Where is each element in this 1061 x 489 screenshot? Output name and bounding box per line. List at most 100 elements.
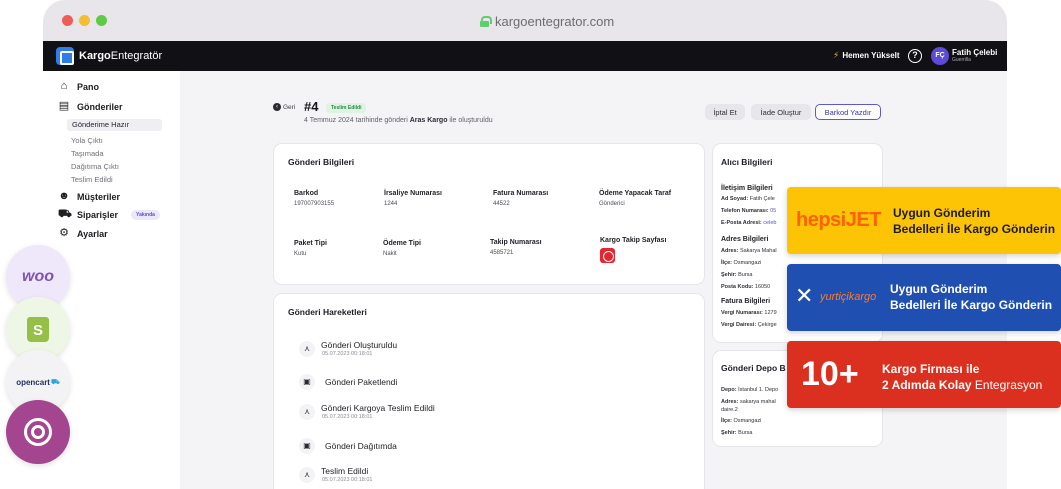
help-icon[interactable]: ? <box>908 49 922 63</box>
depot-address-line2: daire.2 <box>721 407 738 413</box>
cart-icon: ⛟ <box>50 378 60 386</box>
back-arrow-icon: ‹ <box>273 103 281 111</box>
sidebar-sub-tasimada[interactable]: Taşımada <box>71 149 104 158</box>
upgrade-button[interactable]: ⚡ Hemen Yükselt <box>833 50 900 61</box>
sidebar-sub-gonderime-hazir[interactable]: Gönderime Hazır <box>67 119 162 131</box>
back-label: Geri <box>283 103 296 111</box>
event-time: 05.07.2023 00:18:01 <box>322 351 373 357</box>
sidebar-item-pano[interactable]: ⌂ Pano <box>58 81 99 92</box>
inbox-icon: ▤ <box>58 100 70 112</box>
card-title: Gönderi Hareketleri <box>288 307 367 317</box>
field-value: 4585721 <box>490 250 514 256</box>
minimize-window-button[interactable] <box>79 15 90 26</box>
recipient-postal: Posta Kodu: 16050 <box>721 284 771 290</box>
recipient-name: Ad Soyad: Fatih Çele <box>721 196 775 202</box>
close-window-button[interactable] <box>62 15 73 26</box>
field-value: 197007903155 <box>294 201 335 207</box>
depot-district: İlçe: Osmangazi <box>721 418 762 424</box>
sidebar-item-label: Ayarlar <box>77 228 108 239</box>
ring-icon <box>24 418 52 446</box>
section-label: Fatura Bilgileri <box>721 298 771 305</box>
fork-icon: ⋏ <box>299 341 315 357</box>
movements-card: Gönderi Hareketleri ⋏ Gönderi Oluşturuld… <box>273 293 705 489</box>
depot-city: Şehir: Bursa <box>721 430 753 436</box>
carrier-count: 10+ <box>801 355 859 393</box>
yurtici-logo: yurtiçikargo <box>820 291 877 303</box>
sidebar-item-label: Müşteriler <box>77 191 121 202</box>
hepsijet-promo[interactable]: hepsiJET Uygun Gönderim Bedelleri İle Ka… <box>787 187 1061 254</box>
coming-soon-badge: Yakında <box>131 209 160 220</box>
field-label: İrsaliye Numarası <box>384 190 442 197</box>
fork-icon: ⋏ <box>299 404 315 420</box>
sidebar-item-label: Siparişler <box>77 209 119 220</box>
event-title: Gönderi Dağıtımda <box>325 441 397 451</box>
hepsijet-logo: hepsiJET <box>796 209 881 231</box>
yurtici-promo[interactable]: ✕ yurtiçikargo Uygun Gönderim Bedelleri … <box>787 264 1061 331</box>
maximize-window-button[interactable] <box>96 15 107 26</box>
recipient-district: İlçe: Osmangazi <box>721 260 762 266</box>
event-title: Gönderi Paketlendi <box>325 377 398 387</box>
sidebar-item-siparisler[interactable]: ⛟ Siparişler Yakında <box>58 209 160 220</box>
event-time: 05.07.2023 00:18:01 <box>322 477 373 483</box>
event-title: Gönderi Oluşturuldu <box>321 340 398 350</box>
field-value: Kutu <box>294 251 307 257</box>
field-value: Nakit <box>383 251 397 257</box>
event-title: Teslim Edildi <box>321 466 369 476</box>
event-time: 05.07.2023 00:18:01 <box>322 414 373 420</box>
card-title: Gönderi Depo B <box>721 363 786 373</box>
sidebar-sub-dagitima-cikti[interactable]: Dağıtıma Çıktı <box>71 162 119 171</box>
promo-text: Uygun Gönderim Bedelleri İle Kargo Gönde… <box>893 206 1056 236</box>
field-label: Barkod <box>294 190 319 197</box>
depot-address: Adres: sakarya mahal <box>721 399 776 405</box>
field-label: Ödeme Yapacak Taraf <box>599 190 672 197</box>
back-button[interactable]: ‹ Geri <box>273 103 295 111</box>
sidebar-sub-yola-cikti[interactable]: Yola Çıktı <box>71 136 103 145</box>
avatar[interactable]: FÇ <box>931 47 949 65</box>
section-label: İletişim Bilgileri <box>721 185 773 192</box>
sidebar-item-gonderiler[interactable]: ▤ Gönderiler <box>58 101 123 112</box>
shopping-bag-icon: S <box>27 316 49 342</box>
gear-icon: ⚙ <box>59 227 69 239</box>
carrier-count-promo[interactable]: 10+ Kargo Firması ile 2 Adımda Kolay Ent… <box>787 341 1061 408</box>
promo-text: Uygun Gönderim Bedelleri İle Kargo Gönde… <box>890 282 1053 312</box>
recipient-phone: Telefon Numarası: 05 <box>721 208 777 214</box>
cube-icon <box>56 47 74 65</box>
user-name: Fatih Çelebi <box>952 48 998 57</box>
address-bar[interactable]: kargoentegrator.com <box>480 14 614 29</box>
carrier-tracking-icon[interactable] <box>600 248 615 263</box>
recipient-email: E-Posta Adresi: celeb <box>721 220 777 226</box>
brand-logo[interactable]: KargoEntegratör <box>56 47 162 65</box>
field-label: Ödeme Tipi <box>383 240 421 247</box>
order-subtitle: 4 Temmuz 2024 tarihinde gönderi Aras Kar… <box>304 117 493 124</box>
field-value: Gönderici <box>599 201 625 207</box>
event-title: Gönderi Kargoya Teslim Edildi <box>321 403 435 413</box>
stage: kargoentegrator.com KargoEntegratör ⚡ He… <box>0 0 1061 489</box>
sidebar-item-musteriler[interactable]: ☻ Müşteriler <box>58 191 120 202</box>
user-company: Guerrilla <box>952 57 971 63</box>
create-return-button[interactable]: İade Oluştur <box>751 104 811 120</box>
promo-text: Kargo Firması ile 2 Adımda Kolay Entegra… <box>882 362 1043 392</box>
brand-name: KargoEntegratör <box>79 50 163 62</box>
status-badge: Teslim Edildi <box>326 103 367 113</box>
sidebar-item-ayarlar[interactable]: ⚙ Ayarlar <box>58 228 108 239</box>
sidebar-sub-teslim-edildi[interactable]: Teslim Edildi <box>71 175 113 184</box>
print-barcode-button[interactable]: Barkod Yazdır <box>815 104 881 120</box>
bolt-icon: ⚡ <box>833 50 840 60</box>
depot-name: Depo: İstanbul 1. Depo <box>721 387 779 393</box>
window-controls <box>62 15 107 26</box>
fork-icon: ⋏ <box>299 467 315 483</box>
recipient-tax-office: Vergi Dairesi: Çekirge <box>721 322 777 328</box>
cancel-button[interactable]: İptal Et <box>705 104 745 120</box>
user-menu[interactable]: Fatih Çelebi Guerrilla <box>952 48 997 63</box>
yurtici-logo-mark: ✕ <box>795 283 814 308</box>
shipment-info-card: Gönderi Bilgileri Barkod 197007903155 İr… <box>273 143 705 285</box>
upgrade-label: Hemen Yükselt <box>842 51 900 60</box>
package-icon: ▣ <box>299 374 315 390</box>
cart-icon: ⛟ <box>58 208 72 220</box>
recipient-address: Adres: Sakarya Mahal <box>721 248 777 254</box>
sidebar-item-label: Gönderiler <box>77 101 123 112</box>
field-label: Fatura Numarası <box>493 190 549 197</box>
section-label: Adres Bilgileri <box>721 236 769 243</box>
users-icon: ☻ <box>58 190 70 202</box>
package-icon: ▣ <box>299 438 315 454</box>
